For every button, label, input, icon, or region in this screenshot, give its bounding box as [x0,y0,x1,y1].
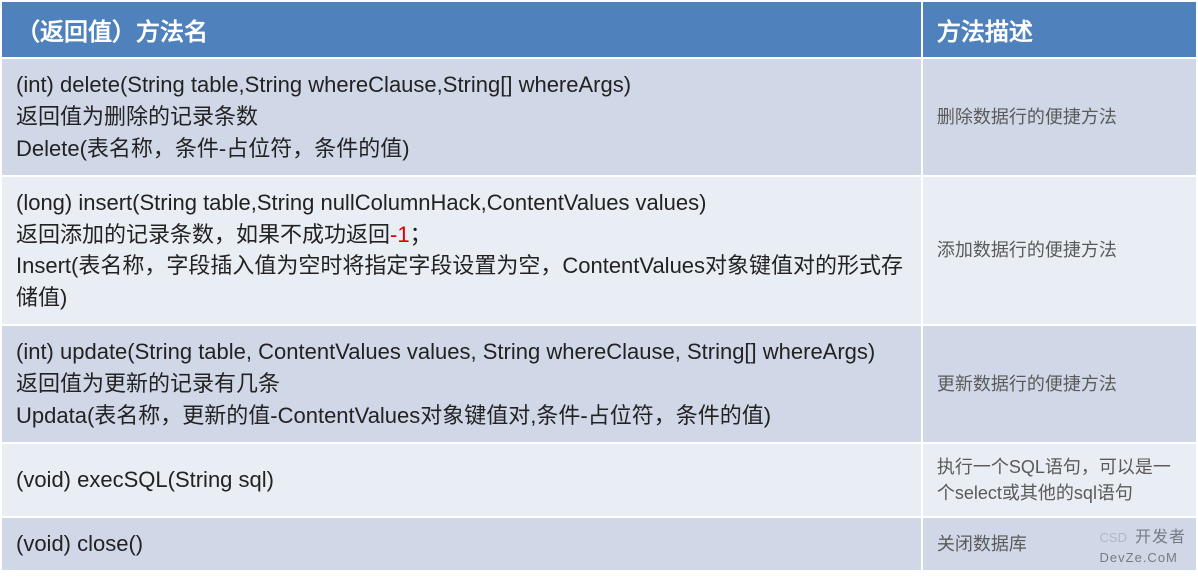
table-row: (void) execSQL(String sql) 执行一个SQL语句，可以是一… [1,443,1197,517]
header-description: 方法描述 [922,1,1197,58]
header-row: （返回值）方法名 方法描述 [1,1,1197,58]
method-line: Updata(表名称，更新的值-ContentValues对象键值对,条件-占位… [16,400,907,432]
description-cell: 执行一个SQL语句，可以是一个select或其他的sql语句 [922,443,1197,517]
description-cell: 关闭数据库CSD开发者DevZe.CoM [922,517,1197,571]
methods-table: （返回值）方法名 方法描述 (int) delete(String table,… [0,0,1198,572]
method-line: (int) delete(String table,String whereCl… [16,69,907,101]
description-cell: 添加数据行的便捷方法 [922,176,1197,326]
method-line: 返回值为更新的记录有几条 [16,368,907,400]
table-body: (int) delete(String table,String whereCl… [1,58,1197,571]
watermark: CSD开发者DevZe.CoM [1100,526,1186,568]
highlight-text: -1 [390,222,410,247]
method-line: (void) execSQL(String sql) [16,464,907,496]
table-row: (int) delete(String table,String whereCl… [1,58,1197,176]
method-line: (void) close() [16,528,907,560]
table-row: (int) update(String table, ContentValues… [1,325,1197,443]
method-line: Insert(表名称，字段插入值为空时将指定字段设置为空，ContentValu… [16,250,907,314]
description-cell: 更新数据行的便捷方法 [922,325,1197,443]
method-line: 返回添加的记录条数，如果不成功返回-1； [16,219,907,251]
method-line: Delete(表名称，条件-占位符，条件的值) [16,133,907,165]
method-line: 返回值为删除的记录条数 [16,101,907,133]
method-line: (int) update(String table, ContentValues… [16,336,907,368]
method-cell: (int) update(String table, ContentValues… [1,325,922,443]
method-cell: (int) delete(String table,String whereCl… [1,58,922,176]
method-cell: (void) execSQL(String sql) [1,443,922,517]
method-cell: (long) insert(String table,String nullCo… [1,176,922,326]
method-line: (long) insert(String table,String nullCo… [16,187,907,219]
table-row: (long) insert(String table,String nullCo… [1,176,1197,326]
table-row: (void) close() 关闭数据库CSD开发者DevZe.CoM [1,517,1197,571]
header-method: （返回值）方法名 [1,1,922,58]
method-cell: (void) close() [1,517,922,571]
description-cell: 删除数据行的便捷方法 [922,58,1197,176]
